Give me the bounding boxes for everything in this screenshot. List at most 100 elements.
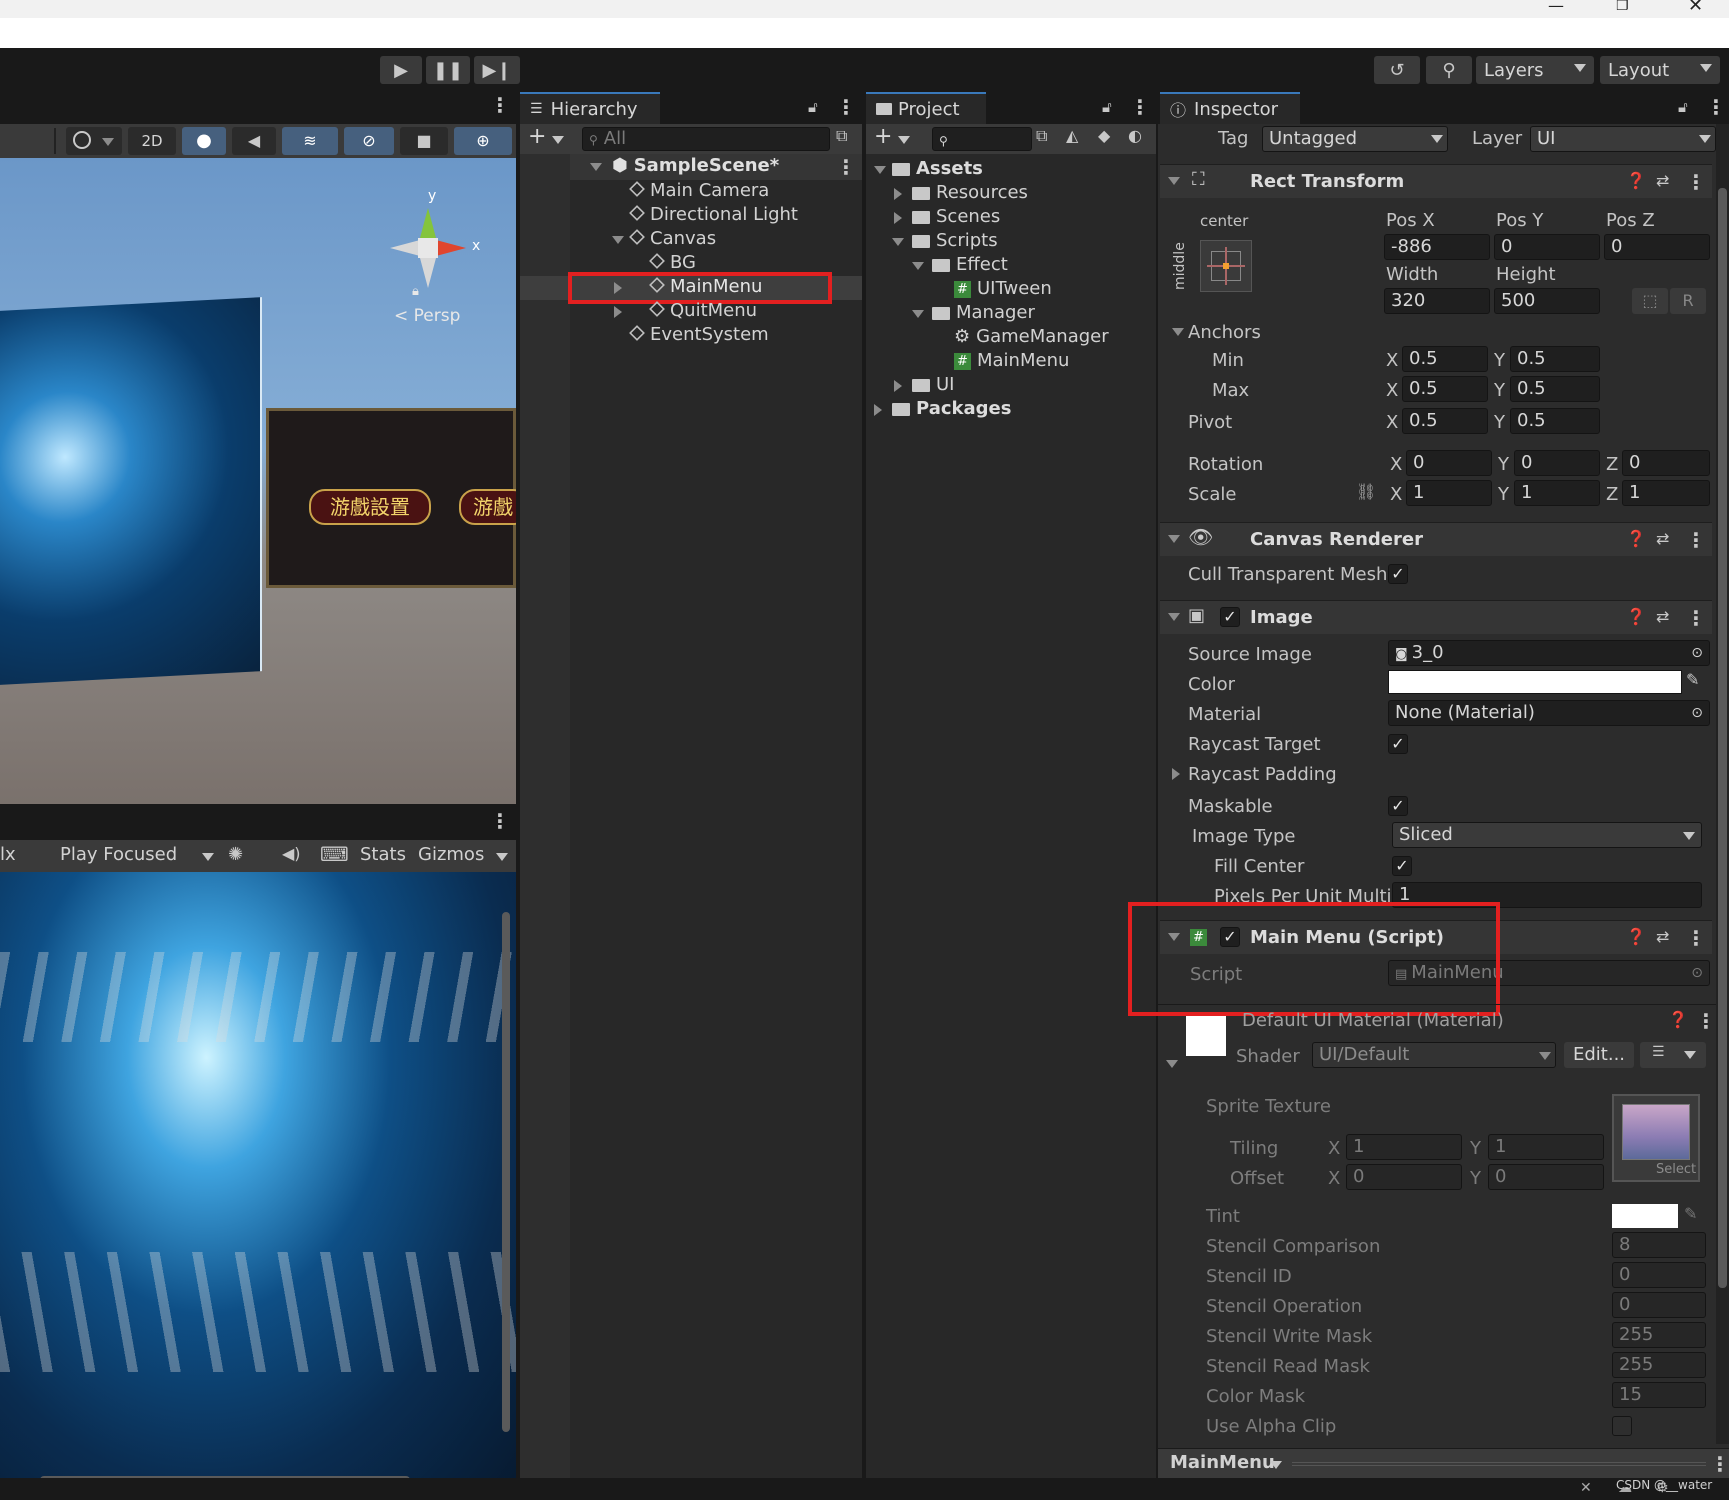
rotation-z-field[interactable]: 0	[1622, 450, 1710, 476]
pause-button[interactable]: ❚❚	[426, 56, 470, 84]
constrain-proportions-icon[interactable]: ⛓	[1356, 482, 1376, 501]
maskable-checkbox[interactable]: ✓	[1388, 796, 1408, 816]
maximize-icon[interactable]: ❐	[1616, 0, 1629, 14]
posy-field[interactable]: 0	[1494, 234, 1600, 260]
edit-shader-button[interactable]: Edit...	[1564, 1042, 1634, 1068]
raycast-padding-label[interactable]: Raycast Padding	[1188, 764, 1337, 785]
help-icon[interactable]: ❓	[1668, 1010, 1688, 1029]
label-icon[interactable]: ◆	[1098, 126, 1110, 145]
fill-center-checkbox[interactable]: ✓	[1392, 856, 1412, 876]
prop-field[interactable]: 255	[1612, 1322, 1706, 1348]
pivot-y-field[interactable]: 0.5	[1510, 408, 1600, 434]
search-options-icon[interactable]: ⧉	[1036, 126, 1047, 146]
step-button[interactable]: ▶❙	[474, 56, 520, 84]
raw-edit-button[interactable]: R	[1670, 288, 1706, 314]
search-button[interactable]: ⚲	[1426, 56, 1472, 84]
object-picker-icon[interactable]: ⊙	[1691, 641, 1703, 665]
rotation-y-field[interactable]: 0	[1514, 450, 1600, 476]
tab-hierarchy[interactable]: ☰ Hierarchy	[520, 92, 660, 124]
tab-project[interactable]: Project	[866, 92, 986, 124]
sprite-texture-slot[interactable]: Select	[1612, 1094, 1700, 1182]
anchor-max-y-field[interactable]: 0.5	[1510, 376, 1600, 402]
2d-toggle[interactable]: 2D	[128, 127, 176, 155]
list-item[interactable]: Directional Light	[570, 204, 862, 228]
draw-mode-button[interactable]	[66, 127, 122, 155]
object-picker-icon[interactable]: ⊙	[1691, 701, 1703, 725]
rotation-x-field[interactable]: 0	[1406, 450, 1492, 476]
play-button[interactable]: ▶	[380, 56, 422, 84]
audio-toggle[interactable]: ◀	[232, 127, 276, 155]
rect-transform-header[interactable]: ⛶ Rect Transform ❓ ⇄ ⋮	[1160, 164, 1712, 198]
game-viewport[interactable]	[0, 872, 516, 1490]
anchor-preset-button[interactable]	[1200, 240, 1252, 292]
layers-dropdown[interactable]: Layers	[1476, 56, 1594, 84]
lock-icon[interactable]: 🔓︎	[1678, 98, 1688, 116]
footer-drag-handle[interactable]	[1292, 1462, 1706, 1466]
use-alpha-clip-checkbox[interactable]	[1612, 1416, 1632, 1436]
width-field[interactable]: 320	[1384, 288, 1490, 314]
eyedropper-icon[interactable]: ✎	[1686, 670, 1699, 689]
preset-icon[interactable]: ⇄	[1656, 927, 1669, 946]
offset-x-field[interactable]: 0	[1346, 1164, 1462, 1190]
anchor-min-x-field[interactable]: 0.5	[1402, 346, 1488, 372]
more-icon[interactable]: ⋮	[1686, 928, 1706, 948]
more-icon[interactable]: ⋮	[1696, 1011, 1716, 1031]
list-item[interactable]: Packages	[866, 398, 1156, 422]
scene-row[interactable]: ⬢ SampleScene* ⋮	[570, 154, 862, 180]
scene-viewport[interactable]: 游戲設置 游戲 y x 🔒︎ < Persp	[0, 158, 516, 804]
list-item[interactable]: Manager	[866, 302, 1156, 326]
list-item[interactable]: EventSystem	[570, 324, 862, 348]
list-item[interactable]: UI	[866, 374, 1156, 398]
stats-button[interactable]: Stats	[354, 842, 412, 870]
cull-transparent-checkbox[interactable]: ✓	[1388, 564, 1408, 584]
raycast-target-checkbox[interactable]: ✓	[1388, 734, 1408, 754]
list-item[interactable]: Scenes	[866, 206, 1156, 230]
bug-icon[interactable]: ✺	[228, 844, 243, 865]
tab-inspector[interactable]: ⓘ Inspector	[1160, 92, 1300, 124]
footer-object-label[interactable]: MainMenu	[1170, 1452, 1275, 1473]
prop-field[interactable]: 255	[1612, 1352, 1706, 1378]
scrollbar-thumb[interactable]	[1718, 188, 1727, 1288]
search-options-icon[interactable]: ⧉	[836, 126, 847, 146]
more-icon[interactable]: ⋮	[836, 97, 856, 117]
orientation-gizmo[interactable]: y x	[380, 188, 480, 298]
posx-field[interactable]: -886	[1384, 234, 1490, 260]
select-label[interactable]: Select	[1656, 1162, 1696, 1177]
game-scrollbar[interactable]	[502, 912, 510, 1432]
pivot-x-field[interactable]: 0.5	[1402, 408, 1488, 434]
list-item[interactable]: # UITween	[866, 278, 1156, 302]
color-swatch[interactable]	[1388, 670, 1682, 694]
list-item[interactable]: Assets	[866, 158, 1156, 182]
minimize-icon[interactable]: —	[1548, 0, 1564, 15]
tint-swatch[interactable]	[1612, 1204, 1678, 1228]
more-icon[interactable]: ⋮	[490, 95, 510, 115]
more-icon[interactable]: ⋮	[1710, 1454, 1729, 1474]
star-icon[interactable]: ◐	[1128, 126, 1142, 145]
list-item[interactable]: ⚙ GameManager	[866, 326, 1156, 350]
anchor-max-x-field[interactable]: 0.5	[1402, 376, 1488, 402]
list-item[interactable]: # MainMenu	[866, 350, 1156, 374]
lock-icon[interactable]: 🔒︎	[412, 284, 419, 299]
tiling-x-field[interactable]: 1	[1346, 1134, 1462, 1160]
help-icon[interactable]: ❓	[1626, 927, 1646, 946]
material-field[interactable]: None (Material) ⊙	[1388, 700, 1710, 726]
more-icon[interactable]: ⋮	[1686, 530, 1706, 550]
offset-y-field[interactable]: 0	[1488, 1164, 1604, 1190]
preset-icon[interactable]: ⇄	[1656, 607, 1669, 626]
eyedropper-icon[interactable]: ✎	[1684, 1204, 1697, 1223]
persp-label[interactable]: < Persp	[394, 306, 460, 326]
add-button[interactable]: +	[528, 124, 546, 149]
help-icon[interactable]: ❓	[1626, 607, 1646, 626]
layer-dropdown[interactable]: UI	[1530, 126, 1716, 152]
history-button[interactable]: ↺	[1374, 56, 1420, 84]
lock-icon[interactable]: 🔓︎	[808, 98, 818, 116]
height-field[interactable]: 500	[1494, 288, 1600, 314]
anchor-min-y-field[interactable]: 0.5	[1510, 346, 1600, 372]
collab-icon[interactable]: ✕	[1580, 1480, 1592, 1496]
lock-icon[interactable]: 🔓︎	[1102, 98, 1112, 116]
prop-field[interactable]: 0	[1612, 1292, 1706, 1318]
audio-icon[interactable]: ◀)	[282, 844, 301, 863]
blueprint-mode-button[interactable]: ⬚	[1632, 288, 1668, 314]
preset-icon[interactable]: ⇄	[1656, 529, 1669, 548]
tiling-y-field[interactable]: 1	[1488, 1134, 1604, 1160]
